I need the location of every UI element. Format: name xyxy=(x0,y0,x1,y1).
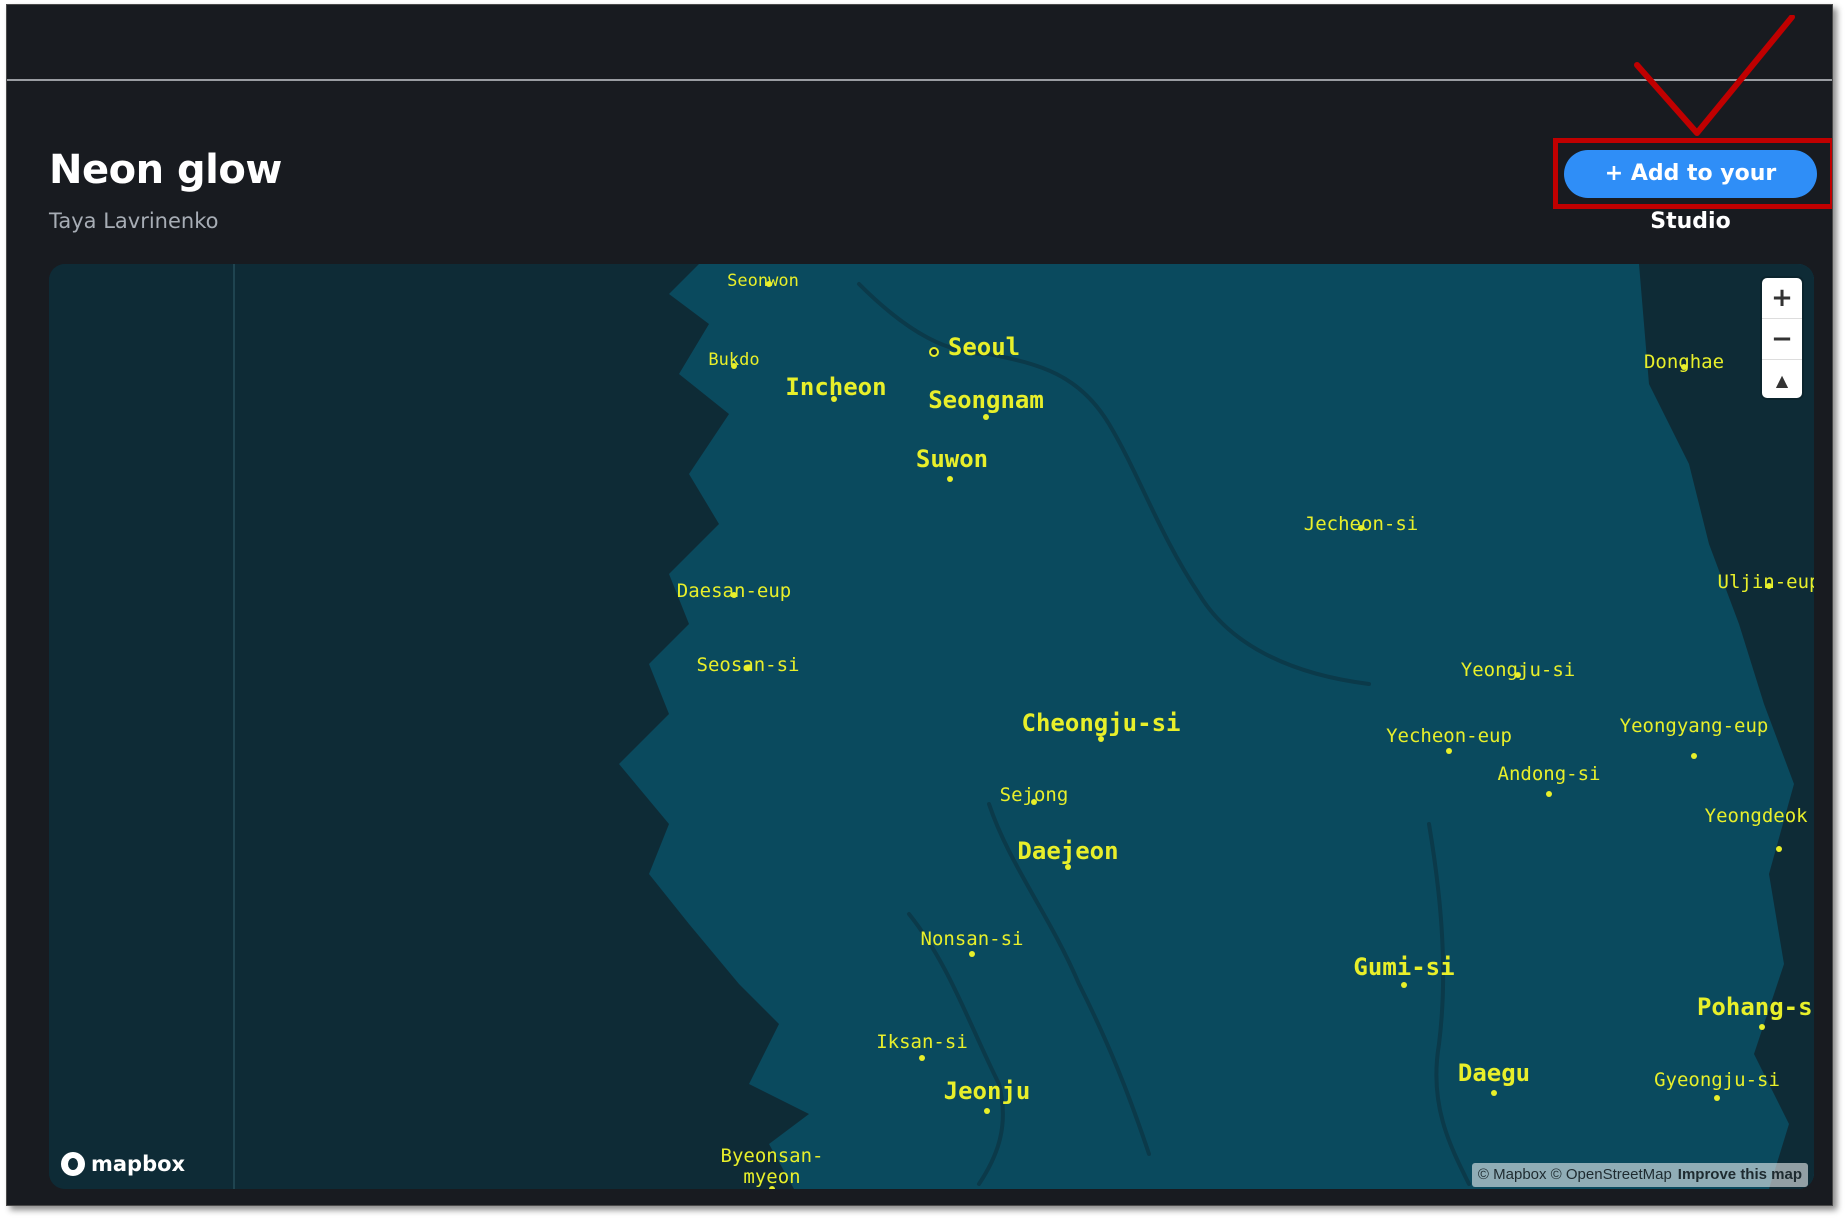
city-dot-icon xyxy=(1546,791,1552,797)
city-label-andong-si: Andong-si xyxy=(1497,763,1601,785)
city-dot-icon xyxy=(1491,1090,1497,1096)
zoom-control: + − ▲ xyxy=(1762,278,1802,398)
zoom-out-button[interactable]: − xyxy=(1762,318,1802,359)
city-dot-icon xyxy=(919,1055,925,1061)
city-dot-icon xyxy=(1065,864,1071,870)
city-dot-icon xyxy=(1515,672,1521,678)
city-label-yecheon-eup: Yecheon-eup xyxy=(1386,725,1512,747)
city-label-suwon: Suwon xyxy=(915,445,989,473)
city-dot-icon xyxy=(769,1186,775,1189)
city-label-gyeongju-si: Gyeongju-si xyxy=(1654,1069,1780,1091)
city-dot-icon xyxy=(1691,753,1697,759)
city-dot-icon xyxy=(1446,748,1452,754)
city-dot-icon xyxy=(1681,364,1687,370)
zoom-in-button[interactable]: + xyxy=(1762,278,1802,318)
add-to-studio-button[interactable]: + Add to your Studio xyxy=(1564,150,1817,234)
city-dot-icon xyxy=(1776,846,1782,852)
map-attribution: © Mapbox © OpenStreetMap Improve this map xyxy=(1471,1163,1808,1187)
city-label-nonsan-si: Nonsan-si xyxy=(920,928,1024,950)
city-dot-icon xyxy=(969,951,975,957)
city-dot-icon xyxy=(1031,799,1037,805)
city-dot-icon xyxy=(831,396,837,402)
city-dot-icon xyxy=(731,363,737,369)
city-dot-icon xyxy=(947,476,953,482)
city-label-byeonsan-myeon: Byeonsan-myeon xyxy=(720,1145,824,1188)
map-preview[interactable]: Seonwon Seoul Bukdo Incheon Seongnam Suwon Don… xyxy=(49,264,1814,1189)
city-dot-icon xyxy=(745,665,751,671)
city-dot-icon xyxy=(984,1108,990,1114)
city-dot-icon xyxy=(1766,583,1772,589)
city-label-seongnam: Seongnam xyxy=(928,386,1044,414)
app-window: Neon glow Taya Lavrinenko + Add to your … xyxy=(6,4,1833,1206)
style-author: Taya Lavrinenko xyxy=(49,209,219,233)
city-label-uljin-eup: Uljin-eup xyxy=(1717,571,1814,593)
city-dot-icon xyxy=(766,281,772,287)
city-dot-icon xyxy=(1358,525,1364,531)
city-label-seoul: Seoul xyxy=(947,333,1021,361)
city-label-daejeon: Daejeon xyxy=(1017,837,1119,865)
mapbox-icon xyxy=(61,1152,85,1176)
city-label-yeongyang-eup: Yeongyang-eup xyxy=(1619,715,1769,737)
attribution-text[interactable]: © Mapbox © OpenStreetMap xyxy=(1478,1166,1672,1183)
city-dot-icon xyxy=(1401,982,1407,988)
city-label-iksan-si: Iksan-si xyxy=(876,1031,968,1053)
city-dot-icon xyxy=(1759,1024,1765,1030)
city-label-jeonju: Jeonju xyxy=(943,1077,1031,1105)
city-dot-icon xyxy=(1714,1095,1720,1101)
city-label-gumi-si: Gumi-si xyxy=(1353,953,1455,981)
style-title: Neon glow xyxy=(49,147,282,193)
city-dot-icon xyxy=(731,592,737,598)
city-label-daegu: Daegu xyxy=(1457,1059,1531,1087)
mapbox-logo[interactable]: mapbox xyxy=(61,1152,185,1176)
city-label-yeongdeok-eup: Yeongdeok eup xyxy=(1704,805,1814,827)
mapbox-logo-text: mapbox xyxy=(91,1152,186,1176)
top-bar xyxy=(7,5,1832,81)
city-dot-icon xyxy=(1098,736,1104,742)
city-dot-icon xyxy=(929,347,939,357)
improve-map-link[interactable]: Improve this map xyxy=(1678,1166,1802,1183)
city-dot-icon xyxy=(983,414,989,420)
city-label-seonwon: Seonwon xyxy=(727,271,799,291)
city-label-cheongju-si: Cheongju-si xyxy=(1021,709,1181,737)
compass-button[interactable]: ▲ xyxy=(1762,359,1802,400)
city-label-pohang-si: Pohang-si xyxy=(1696,993,1814,1021)
